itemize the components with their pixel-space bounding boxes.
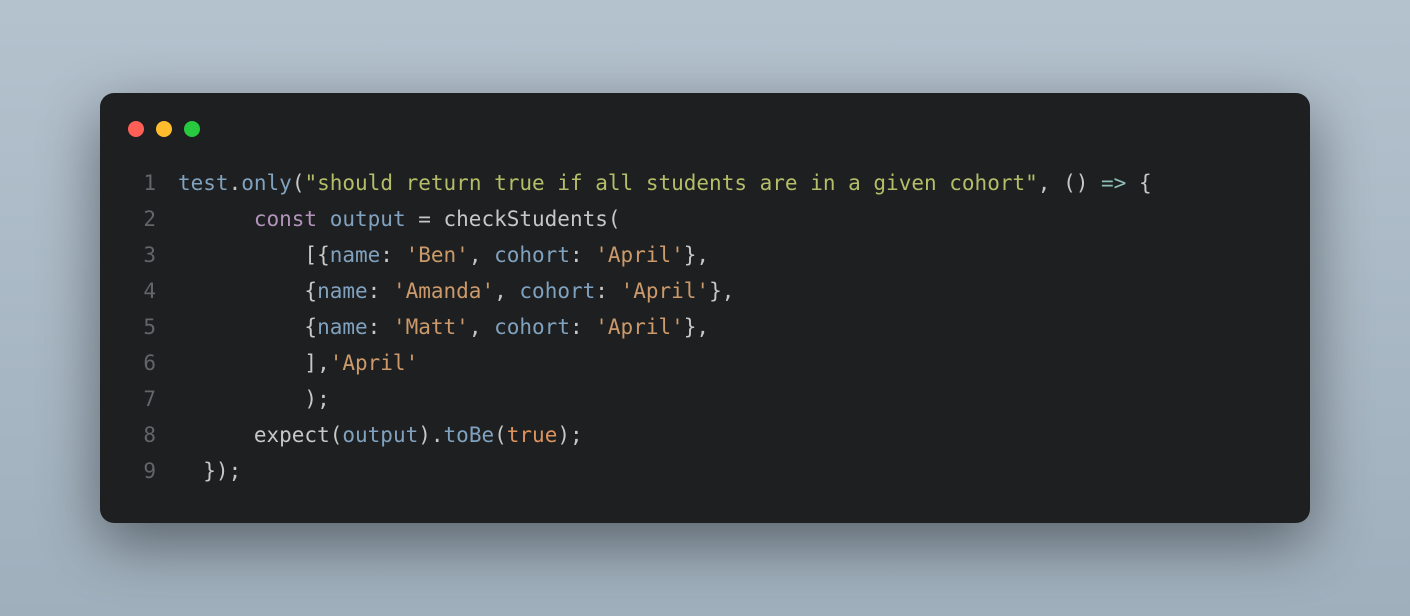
code-line[interactable]: 7 );: [122, 381, 1288, 417]
code-token: toBe: [444, 423, 495, 447]
code-token: :: [595, 279, 620, 303]
code-token: 'Amanda': [393, 279, 494, 303]
line-content: });: [178, 453, 241, 489]
code-token: :: [368, 279, 393, 303]
code-token: {: [178, 279, 317, 303]
code-token: , (): [1038, 171, 1101, 195]
code-line[interactable]: 2 const output = checkStudents(: [122, 201, 1288, 237]
line-content: ],'April': [178, 345, 418, 381]
window-titlebar: [122, 121, 1288, 165]
code-token: [{: [178, 243, 330, 267]
code-token: name: [317, 279, 368, 303]
code-line[interactable]: 6 ],'April': [122, 345, 1288, 381]
close-icon[interactable]: [128, 121, 144, 137]
code-line[interactable]: 1 test.only("should return true if all st…: [122, 165, 1288, 201]
code-token: 'April': [330, 351, 419, 375]
zoom-icon[interactable]: [184, 121, 200, 137]
code-line[interactable]: 9 });: [122, 453, 1288, 489]
code-token: output: [330, 207, 406, 231]
line-number: 6: [122, 345, 156, 381]
code-token: only: [241, 171, 292, 195]
line-content: [{name: 'Ben', cohort: 'April'},: [178, 237, 709, 273]
code-token: 'April': [621, 279, 710, 303]
code-token: :: [570, 315, 595, 339]
line-number: 5: [122, 309, 156, 345]
code-token: expect(: [178, 423, 342, 447]
code-token: "should return true if all students are …: [304, 171, 1037, 195]
line-number: 8: [122, 417, 156, 453]
code-token: (: [494, 423, 507, 447]
code-token: =>: [1101, 171, 1126, 195]
code-token: {: [178, 315, 317, 339]
code-token: name: [330, 243, 381, 267]
code-line[interactable]: 3 [{name: 'Ben', cohort: 'April'},: [122, 237, 1288, 273]
code-token: :: [380, 243, 405, 267]
line-number: 7: [122, 381, 156, 417]
line-content: expect(output).toBe(true);: [178, 417, 583, 453]
code-token: .: [229, 171, 242, 195]
code-token: output: [342, 423, 418, 447]
code-token: 'April': [595, 315, 684, 339]
line-number: 2: [122, 201, 156, 237]
code-token: :: [368, 315, 393, 339]
code-token: const: [254, 207, 317, 231]
code-line[interactable]: 4 {name: 'Amanda', cohort: 'April'},: [122, 273, 1288, 309]
code-token: [317, 207, 330, 231]
code-token: ,: [494, 279, 519, 303]
code-line[interactable]: 8 expect(output).toBe(true);: [122, 417, 1288, 453]
code-token: (: [292, 171, 305, 195]
code-token: ).: [418, 423, 443, 447]
code-token: ,: [469, 243, 494, 267]
code-token: ,: [469, 315, 494, 339]
code-editor[interactable]: 1test.only("should return true if all st…: [122, 165, 1288, 489]
code-token: [178, 207, 254, 231]
line-content: );: [178, 381, 330, 417]
line-content: test.only("should return true if all stu…: [178, 165, 1152, 201]
line-content: {name: 'Amanda', cohort: 'April'},: [178, 273, 734, 309]
code-token: cohort: [494, 315, 570, 339]
line-number: 1: [122, 165, 156, 201]
minimize-icon[interactable]: [156, 121, 172, 137]
code-token: },: [684, 315, 709, 339]
code-token: cohort: [494, 243, 570, 267]
code-token: 'April': [595, 243, 684, 267]
code-token: },: [709, 279, 734, 303]
code-token: {: [1126, 171, 1151, 195]
code-token: cohort: [519, 279, 595, 303]
code-token: 'Ben': [406, 243, 469, 267]
line-number: 4: [122, 273, 156, 309]
code-token: = checkStudents(: [406, 207, 621, 231]
line-content: {name: 'Matt', cohort: 'April'},: [178, 309, 709, 345]
code-token: 'Matt': [393, 315, 469, 339]
code-token: ],: [178, 351, 330, 375]
code-token: name: [317, 315, 368, 339]
code-token: :: [570, 243, 595, 267]
line-content: const output = checkStudents(: [178, 201, 621, 237]
code-token: true: [507, 423, 558, 447]
line-number: 3: [122, 237, 156, 273]
code-token: );: [178, 387, 330, 411]
code-token: test: [178, 171, 229, 195]
line-number: 9: [122, 453, 156, 489]
code-window: 1test.only("should return true if all st…: [100, 93, 1310, 523]
code-token: },: [684, 243, 709, 267]
code-line[interactable]: 5 {name: 'Matt', cohort: 'April'},: [122, 309, 1288, 345]
code-token: });: [178, 459, 241, 483]
code-token: );: [557, 423, 582, 447]
